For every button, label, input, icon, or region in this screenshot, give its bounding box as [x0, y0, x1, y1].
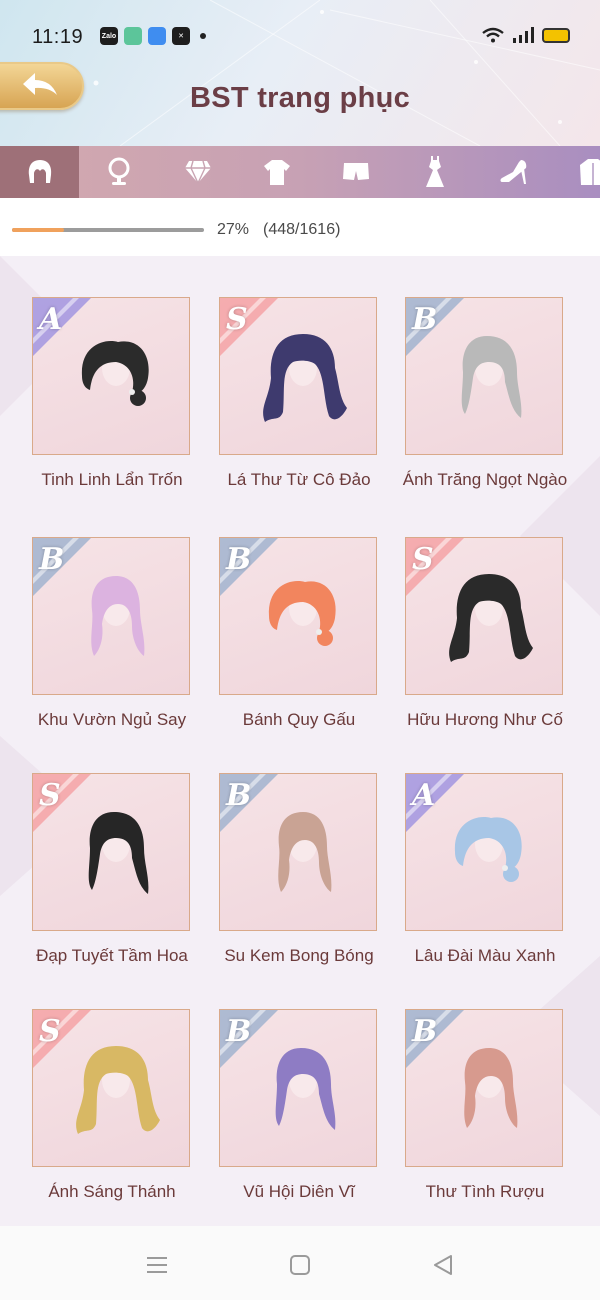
item-label: Lá Thư Từ Cô Đảo: [227, 470, 371, 489]
item-label: Đạp Tuyết Tầm Hoa: [36, 946, 188, 965]
item-card[interactable]: B: [219, 1009, 377, 1167]
item-label: Ánh Sáng Thánh: [48, 1182, 176, 1201]
item-card[interactable]: B: [219, 773, 377, 931]
item-label: Hữu Hương Như Cố: [407, 710, 563, 729]
collection-item[interactable]: S Hữu Hương Như Cố: [373, 537, 563, 767]
tab-bottom[interactable]: [316, 146, 395, 198]
tab-jewelry[interactable]: [158, 146, 237, 198]
heel-icon: [500, 160, 526, 184]
menu-icon: [147, 1257, 167, 1273]
item-card[interactable]: B: [32, 537, 190, 695]
shirt-icon: [263, 160, 290, 185]
hair-preview-icon: [81, 341, 149, 406]
app-blue-icon: [148, 27, 166, 45]
collection-item[interactable]: B Su Kem Bong Bóng: [187, 773, 377, 1003]
collection-item[interactable]: S Đạp Tuyết Tầm Hoa: [0, 773, 190, 1003]
item-label: Bánh Quy Gấu: [242, 710, 356, 729]
back-triangle-icon: [434, 1255, 452, 1275]
page-title: BST trang phục: [189, 82, 411, 114]
progress-text: 27% (448/1616): [217, 221, 354, 239]
item-label: Thư Tình Rượu: [425, 1182, 545, 1201]
hair-preview-icon: [263, 334, 347, 422]
item-card[interactable]: B: [219, 537, 377, 695]
collection-progress: 27% (448/1616): [0, 198, 600, 256]
tab-dress[interactable]: [395, 146, 474, 198]
hair-preview-icon: [449, 574, 533, 662]
zalo-icon: Zalo: [100, 27, 118, 45]
wifi-icon: [482, 27, 504, 43]
item-label: Lâu Đài Màu Xanh: [414, 946, 556, 965]
header: 11:19 Zalo ✕ BST trang phục: [0, 0, 600, 146]
collection-item[interactable]: S Ánh Sáng Thánh: [0, 1009, 190, 1226]
tab-hair[interactable]: [0, 146, 79, 205]
status-indicators: [482, 27, 570, 43]
hair-preview-icon: [268, 581, 336, 646]
shorts-icon: [342, 163, 369, 180]
status-app-icons: Zalo ✕: [100, 27, 206, 45]
collection-item[interactable]: S Lá Thư Từ Cô Đảo: [187, 297, 377, 527]
status-bar: 11:19 Zalo ✕: [0, 18, 600, 58]
item-card[interactable]: B: [405, 1009, 563, 1167]
hair-preview-icon: [275, 1048, 336, 1130]
item-card[interactable]: S: [219, 297, 377, 455]
app-green-icon: [124, 27, 142, 45]
tab-coat[interactable]: [553, 146, 600, 198]
item-label: Khu Vườn Ngủ Say: [37, 710, 187, 729]
progress-count: (448/1616): [263, 221, 341, 238]
collection-item[interactable]: A Tinh Linh Lẩn Trốn: [0, 297, 190, 527]
collection-item[interactable]: B Khu Vườn Ngủ Say: [0, 537, 190, 767]
collection-item[interactable]: B Thư Tình Rượu: [373, 1009, 563, 1226]
progress-percent: 27%: [217, 221, 250, 238]
item-card[interactable]: S: [32, 773, 190, 931]
menu-button[interactable]: [142, 1250, 172, 1280]
item-card[interactable]: A: [405, 773, 563, 931]
category-tabs: [0, 146, 600, 205]
collection-item[interactable]: A Lâu Đài Màu Xanh: [373, 773, 563, 1003]
mirror-icon: [108, 157, 129, 185]
item-label: Vũ Hội Diên Vĩ: [243, 1182, 355, 1201]
item-label: Su Kem Bong Bóng: [224, 946, 374, 965]
notification-dot-icon: [200, 33, 206, 39]
capcut-icon: ✕: [172, 27, 190, 45]
item-card[interactable]: A: [32, 297, 190, 455]
home-button[interactable]: [285, 1250, 315, 1280]
tab-top[interactable]: [237, 146, 316, 198]
hair-preview-icon: [76, 1046, 160, 1134]
hair-preview-icon: [461, 336, 522, 418]
item-card[interactable]: B: [405, 297, 563, 455]
system-navbar: [0, 1226, 600, 1300]
tab-shoes[interactable]: [474, 146, 553, 198]
dress-icon: [425, 156, 444, 187]
hair-icon: [28, 160, 51, 183]
hair-preview-icon: [91, 576, 145, 656]
diamond-icon: [184, 160, 211, 185]
tab-face[interactable]: [79, 146, 158, 198]
item-card[interactable]: S: [405, 537, 563, 695]
item-label: Ánh Trăng Ngọt Ngào: [402, 470, 568, 489]
hair-preview-icon: [464, 1048, 518, 1128]
home-square-icon: [290, 1255, 310, 1275]
item-card[interactable]: S: [32, 1009, 190, 1167]
collection-item[interactable]: B Vũ Hội Diên Vĩ: [187, 1009, 377, 1226]
status-time: 11:19: [32, 26, 84, 48]
collection-item[interactable]: B Ánh Trăng Ngọt Ngào: [373, 297, 567, 527]
hair-preview-icon: [278, 812, 332, 892]
hair-preview-icon: [88, 812, 149, 894]
progress-bar: [12, 228, 204, 232]
coat-icon: [579, 159, 600, 185]
item-grid: A Tinh Linh Lẩn Trốn S Lá Thư Từ Cô Đảo B Ánh…: [0, 256, 600, 1226]
battery-icon: [542, 27, 570, 43]
system-back-button[interactable]: [428, 1250, 458, 1280]
signal-icon: [513, 27, 534, 43]
progress-bar-fill: [12, 228, 64, 232]
hair-preview-icon: [454, 817, 522, 882]
item-label: Tinh Linh Lẩn Trốn: [41, 470, 183, 489]
collection-item[interactable]: B Bánh Quy Gấu: [187, 537, 377, 767]
